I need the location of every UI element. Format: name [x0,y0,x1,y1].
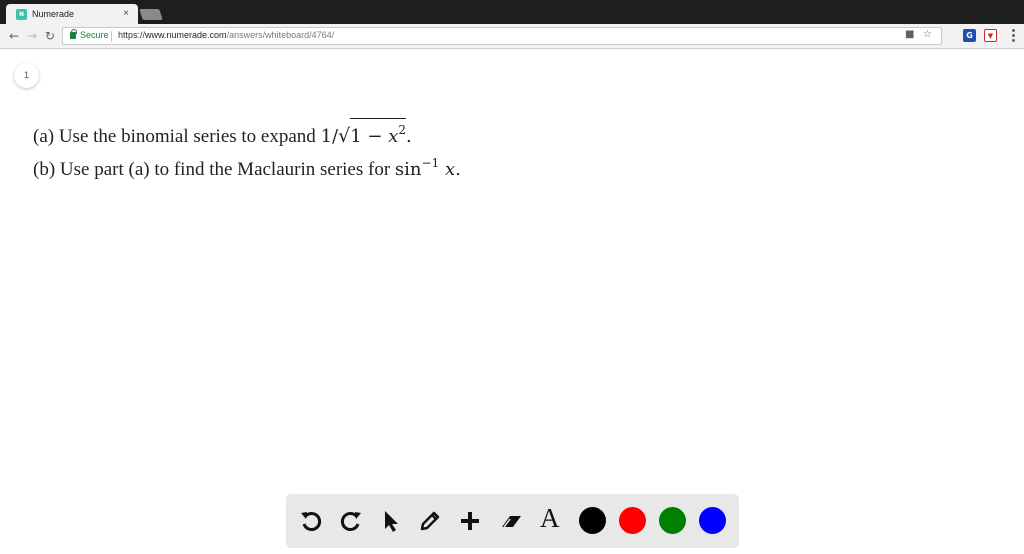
sqrt-symbol: √ [338,125,351,147]
color-swatch-red[interactable] [619,507,646,534]
question-part-b: (b) Use part (a) to find the Maclaurin s… [33,156,461,181]
browser-tab[interactable]: N Numerade × [6,4,138,25]
radicand-number: 1 − [350,126,389,147]
url-scheme: https:// [118,30,146,40]
bookmark-star-icon[interactable]: ☆ [923,29,932,40]
drawing-toolbar: A [286,494,739,548]
radicand-exponent: 2 [398,123,406,137]
address-separator [111,31,112,42]
address-bar[interactable]: Secure https://www.numerade.com/answers/… [62,27,942,45]
undo-icon[interactable] [296,506,326,536]
select-cursor-icon[interactable] [376,506,406,536]
page-number-badge[interactable]: 1 [14,63,39,88]
color-swatch-blue[interactable] [699,507,726,534]
numerade-favicon-icon: N [16,9,27,20]
func-name: sin [394,159,422,180]
text-tool-icon[interactable]: A [540,503,560,534]
redo-icon[interactable] [336,506,366,536]
browser-toolbar: ← → ↻ Secure https://www.numerade.com/an… [0,24,1024,49]
radicand: 1 − x2 [350,118,406,147]
url-host: www.numerade.com [145,30,227,40]
color-swatch-black[interactable] [579,507,606,534]
back-arrow-icon[interactable]: ← [6,28,22,44]
url-path: /answers/whiteboard/4764/ [226,30,335,40]
eraser-icon[interactable] [496,506,526,536]
grammarly-icon[interactable]: G [963,29,976,42]
color-swatch-green[interactable] [659,507,686,534]
url-text[interactable]: https://www.numerade.com/answers/whitebo… [118,30,334,40]
radicand-variable: x [388,126,399,147]
new-tab-button[interactable] [139,9,163,20]
question-part-a: (a) Use the binomial series to expand 1/… [33,118,412,148]
func-variable: x [444,159,456,180]
question-a-expression: 1/√1 − x2. [320,118,412,147]
extension-icon[interactable]: ▼ [984,29,997,42]
expr-lead: 1/ [320,126,339,147]
close-tab-icon[interactable]: × [123,8,129,19]
secure-label: Secure [80,30,109,40]
reload-icon[interactable]: ↻ [42,28,58,44]
question-b-expression: sin−1 x. [394,156,461,180]
pencil-icon[interactable] [415,506,445,536]
add-plus-icon[interactable] [455,506,485,536]
camera-icon[interactable]: ■ [905,29,914,40]
forward-arrow-icon[interactable]: → [24,28,40,44]
browser-menu-icon[interactable] [1012,29,1016,43]
lock-icon [70,29,77,39]
question-b-suffix: . [455,159,461,180]
question-a-suffix: . [405,126,412,147]
question-b-prefix: (b) Use part (a) to find the Maclaurin s… [33,159,395,180]
func-exponent: −1 [421,156,440,170]
tab-title: Numerade [32,9,75,19]
question-a-prefix: (a) Use the binomial series to expand [33,126,321,147]
tab-strip: N Numerade × [0,0,1024,25]
